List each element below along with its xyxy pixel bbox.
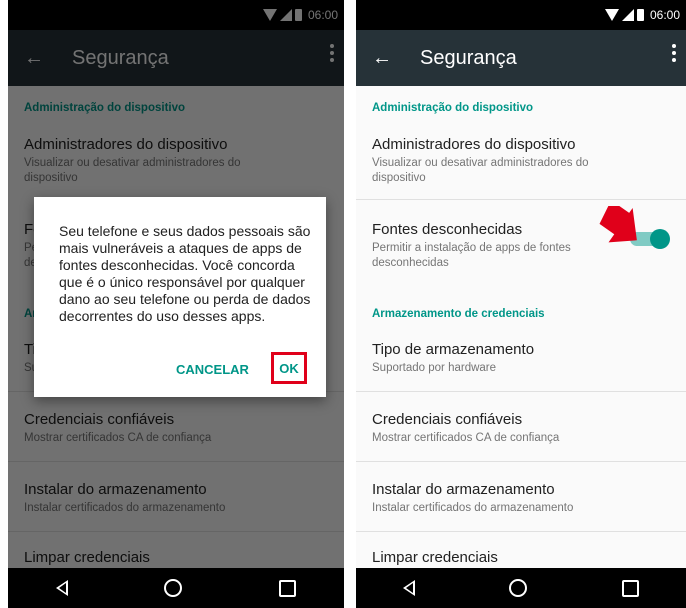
divider: [356, 531, 686, 532]
item-subtitle: Suportado por hardware: [372, 362, 497, 374]
signal-icon: [621, 9, 634, 21]
divider: [356, 391, 686, 392]
overflow-menu-icon[interactable]: [672, 44, 676, 62]
section-header-storage: Armazenamento de credenciais: [372, 308, 545, 320]
page-title: Segurança: [420, 46, 517, 69]
nav-home-icon[interactable]: [509, 579, 528, 597]
settings-list: Administração do dispositivo Administrad…: [356, 86, 686, 568]
phone-screen-left: 06:00 ← Segurança Administração do dispo…: [8, 0, 344, 608]
settings-item-trusted-credentials[interactable]: Credenciais confiáveis Mostrar certifica…: [356, 401, 686, 461]
app-bar: ← Segurança: [356, 30, 686, 86]
battery-icon: [636, 9, 644, 21]
cancel-button[interactable]: CANCELAR: [176, 362, 249, 377]
settings-item-storage-type[interactable]: Tipo de armazenamento Suportado por hard…: [356, 331, 686, 391]
item-title: Limpar credenciais: [372, 549, 498, 566]
nav-bar: [8, 568, 344, 608]
back-arrow-icon[interactable]: ←: [372, 47, 392, 70]
item-title: Instalar do armazenamento: [372, 481, 555, 498]
item-subtitle: Instalar certificados do armazenamento: [372, 502, 574, 514]
item-title: Tipo de armazenamento: [372, 341, 535, 358]
phone-screen-right: 06:00 ← Segurança Administração do dispo…: [356, 0, 686, 608]
ok-button[interactable]: OK: [271, 352, 307, 384]
section-header-admin: Administração do dispositivo: [372, 102, 534, 114]
item-subtitle: Visualizar ou desativar administradores …: [372, 157, 589, 184]
unknown-sources-dialog: Seu telefone e seus dados pessoais são m…: [34, 197, 326, 397]
item-subtitle: Permitir a instalação de apps de fontes …: [372, 242, 571, 269]
dialog-message: Seu telefone e seus dados pessoais são m…: [59, 223, 311, 324]
divider: [356, 461, 686, 462]
status-bar: 06:00: [356, 0, 686, 30]
red-arrow-icon: [599, 206, 637, 243]
nav-recents-icon[interactable]: [278, 579, 296, 597]
nav-recents-icon[interactable]: [621, 579, 639, 597]
wifi-icon: [604, 9, 619, 21]
settings-item-clear-credentials[interactable]: Limpar credenciais: [356, 541, 686, 571]
item-subtitle: Mostrar certificados CA de confiança: [372, 432, 560, 444]
nav-back-icon[interactable]: [403, 580, 416, 596]
divider: [356, 199, 686, 200]
item-title: Administradores do dispositivo: [372, 136, 576, 153]
settings-item-install-storage[interactable]: Instalar do armazenamento Instalar certi…: [356, 471, 686, 531]
nav-back-icon[interactable]: [56, 580, 69, 596]
item-title: Fontes desconhecidas: [372, 221, 523, 238]
status-time: 06:00: [649, 8, 680, 22]
item-title: Credenciais confiáveis: [372, 411, 523, 428]
nav-home-icon[interactable]: [164, 579, 183, 597]
nav-bar: [356, 568, 686, 608]
settings-item-device-admins[interactable]: Administradores do dispositivo Visualiza…: [356, 126, 686, 186]
